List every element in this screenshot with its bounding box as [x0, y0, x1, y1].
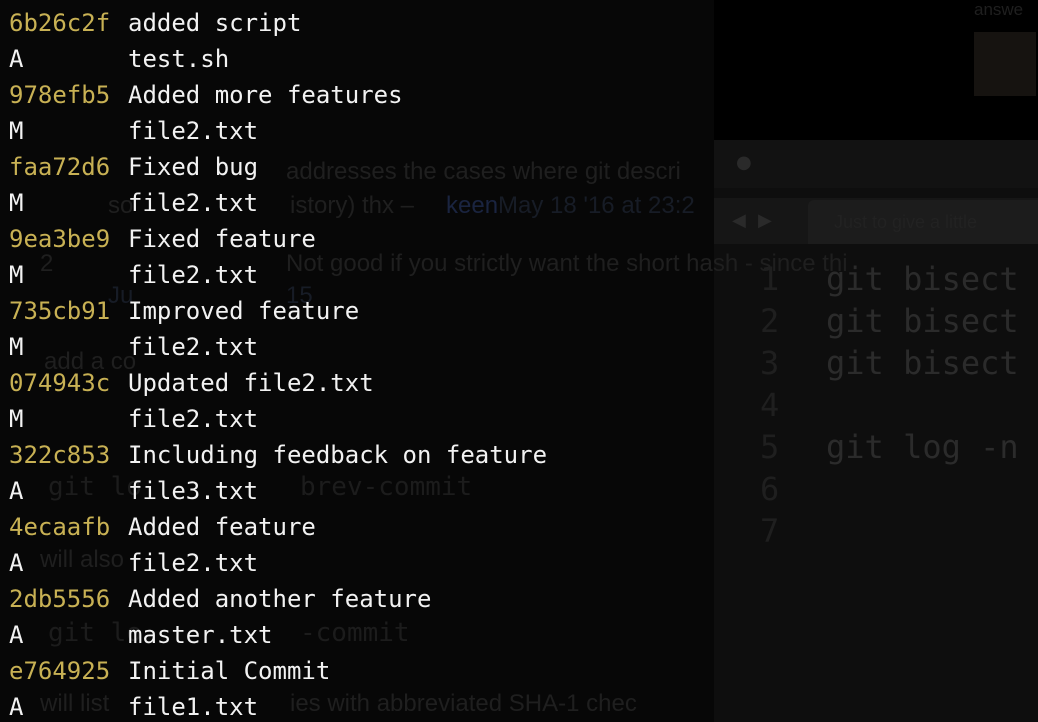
file-name: file2.txt	[128, 117, 259, 145]
file-status-line: Mfile2.txt	[0, 329, 1038, 365]
file-name: file2.txt	[128, 405, 259, 433]
commit-message: Added more features	[128, 81, 403, 109]
commit-hash: 2db5556	[9, 585, 111, 613]
commit-line: 2db5556 Added another feature	[0, 581, 1038, 617]
commit-message: Updated file2.txt	[128, 369, 374, 397]
commit-message: Fixed feature	[128, 225, 316, 253]
commit-message: Improved feature	[128, 297, 360, 325]
commit-message: Initial Commit	[128, 657, 331, 685]
commit-line: 6b26c2f added script	[0, 5, 1038, 41]
file-status: M	[9, 261, 24, 289]
commit-hash: faa72d6	[9, 153, 111, 181]
file-status-line: Mfile2.txt	[0, 401, 1038, 437]
commit-hash: e764925	[9, 657, 111, 685]
commit-hash: 9ea3be9	[9, 225, 111, 253]
file-status-line: Mfile2.txt	[0, 257, 1038, 293]
file-status: A	[9, 621, 24, 649]
commit-line: faa72d6 Fixed bug	[0, 149, 1038, 185]
file-status-line: Afile2.txt	[0, 545, 1038, 581]
commit-message: added script	[128, 9, 302, 37]
file-name: master.txt	[128, 621, 273, 649]
file-name: file2.txt	[128, 189, 259, 217]
file-status: M	[9, 117, 24, 145]
commit-line: 322c853 Including feedback on feature	[0, 437, 1038, 473]
commit-line: 735cb91 Improved feature	[0, 293, 1038, 329]
commit-line: 978efb5 Added more features	[0, 77, 1038, 113]
file-name: file3.txt	[128, 477, 259, 505]
file-status: A	[9, 549, 24, 577]
commit-hash: 322c853	[9, 441, 111, 469]
commit-message: Fixed bug	[128, 153, 259, 181]
file-name: file2.txt	[128, 333, 259, 361]
commit-hash: 978efb5	[9, 81, 111, 109]
commit-line: 074943c Updated file2.txt	[0, 365, 1038, 401]
commit-message: Added feature	[128, 513, 316, 541]
file-status-line: Afile3.txt	[0, 473, 1038, 509]
commit-hash: 4ecaafb	[9, 513, 111, 541]
file-status: A	[9, 45, 24, 73]
commit-line: e764925 Initial Commit	[0, 653, 1038, 689]
screen: answe ● ◀ ▶ Just to give a little 1 git b…	[0, 0, 1038, 722]
commit-hash: 074943c	[9, 369, 111, 397]
file-status-line: Atest.sh	[0, 41, 1038, 77]
commit-message: Including feedback on feature	[128, 441, 548, 469]
file-status-line: Mfile2.txt	[0, 185, 1038, 221]
file-status: M	[9, 333, 24, 361]
file-status: M	[9, 405, 24, 433]
commit-line: 4ecaafb Added feature	[0, 509, 1038, 545]
commit-message: Added another feature	[128, 585, 432, 613]
file-status: M	[9, 189, 24, 217]
terminal-output: 6b26c2f added script Atest.sh 978efb5 Added …	[0, 5, 1038, 722]
file-status-line: Amaster.txt	[0, 617, 1038, 653]
file-status: A	[9, 693, 24, 721]
commit-line: 9ea3be9 Fixed feature	[0, 221, 1038, 257]
file-status-line: Afile1.txt	[0, 689, 1038, 722]
file-name: file2.txt	[128, 261, 259, 289]
commit-hash: 735cb91	[9, 297, 111, 325]
file-name: file1.txt	[128, 693, 259, 721]
file-name: file2.txt	[128, 549, 259, 577]
file-status-line: Mfile2.txt	[0, 113, 1038, 149]
file-name: test.sh	[128, 45, 230, 73]
file-status: A	[9, 477, 24, 505]
commit-hash: 6b26c2f	[9, 9, 111, 37]
